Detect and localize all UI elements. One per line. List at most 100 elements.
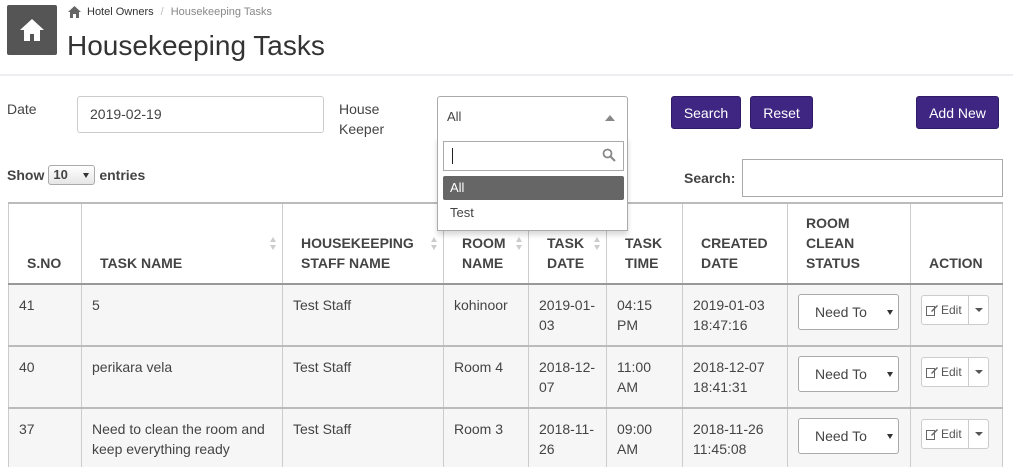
status-value: Need To [815, 366, 867, 382]
breadcrumb: Hotel Owners / Housekeeping Tasks [68, 6, 272, 18]
edit-icon [926, 305, 938, 316]
col-header-task-name[interactable]: TASK NAME [81, 202, 283, 285]
room-status-select[interactable]: Need To [798, 356, 899, 392]
cell-task-date: 2018-12-07 [528, 345, 607, 409]
house-keeper-label-line2: Keeper [339, 121, 385, 137]
cell-sno: 37 [8, 407, 82, 467]
cell-room-name: Room 4 [443, 345, 529, 409]
cell-task-time: 11:00 AM [606, 345, 683, 409]
house-keeper-selected-value: All [447, 109, 462, 124]
action-dropdown-toggle[interactable] [968, 357, 989, 387]
date-label: Date [7, 101, 37, 117]
cell-created-date: 2019-01-03 18:47:16 [682, 283, 788, 347]
col-header-text: NAME [462, 255, 504, 271]
action-dropdown-toggle[interactable] [968, 419, 989, 449]
chevron-up-icon [605, 115, 615, 121]
table-row: 37 Need to clean the room and keep every… [8, 407, 1003, 467]
cell-action: Edit [910, 345, 1003, 409]
breadcrumb-separator: / [160, 6, 164, 18]
col-header-text: DATE [701, 255, 739, 271]
dropdown-option-all[interactable]: All [443, 176, 624, 200]
col-header-text: TIME [625, 255, 659, 271]
cell-status: Need To [787, 407, 911, 467]
col-header-sno[interactable]: S.NO [8, 202, 82, 285]
cell-room-name: Room 3 [443, 407, 529, 467]
col-header-text: TASK NAME [100, 255, 183, 271]
edit-icon [926, 429, 938, 440]
cell-staff-name: Test Staff [282, 283, 444, 347]
edit-button[interactable]: Edit [921, 419, 969, 449]
page-length-value: 10 [53, 167, 68, 182]
col-header-text: STAFF NAME [301, 255, 391, 271]
cell-task-date: 2018-11-26 [528, 407, 607, 467]
cell-task-name: Need to clean the room and keep everythi… [81, 407, 283, 467]
status-value: Need To [815, 428, 867, 444]
house-keeper-label-line1: House [339, 101, 380, 117]
reset-button[interactable]: Reset [750, 96, 813, 129]
house-keeper-dropdown: All Test [437, 136, 628, 231]
entries-label: entries [99, 167, 146, 183]
show-label: Show [7, 167, 45, 183]
col-header-text: ROOM [806, 215, 850, 231]
house-keeper-select[interactable]: All [437, 96, 628, 137]
col-header-text: CLEAN [806, 235, 855, 251]
edit-label: Edit [941, 427, 962, 441]
room-status-select[interactable]: Need To [798, 294, 899, 330]
cell-status: Need To [787, 283, 911, 347]
col-header-text: TASK [547, 235, 585, 251]
cell-task-date: 2019-01-03 [528, 283, 607, 347]
table-search-label: Search: [684, 170, 736, 186]
cell-task-time: 04:15 PM [606, 283, 683, 347]
col-header-text: STATUS [806, 255, 860, 271]
col-header-text: S.NO [27, 255, 62, 271]
date-field[interactable]: 2019-02-19 [77, 96, 324, 133]
search-button[interactable]: Search [671, 96, 741, 129]
table-search-input[interactable] [742, 159, 1003, 197]
col-header-created-date[interactable]: CREATED DATE [682, 202, 788, 285]
col-header-room-clean-status[interactable]: ROOM CLEAN STATUS [787, 202, 911, 285]
cell-staff-name: Test Staff [282, 345, 444, 409]
action-dropdown-toggle[interactable] [968, 295, 989, 325]
col-header-text: ACTION [929, 255, 983, 271]
page-length-control: Show 10 entries [7, 165, 145, 185]
cell-sno: 41 [8, 283, 82, 347]
breadcrumb-hotel-owners[interactable]: Hotel Owners [87, 6, 154, 18]
dropdown-search-input[interactable] [443, 141, 624, 171]
text-cursor [452, 148, 453, 164]
breadcrumb-home-icon[interactable] [68, 6, 81, 18]
col-header-text: TASK [625, 235, 663, 251]
col-header-text: CREATED [701, 235, 768, 251]
col-header-staff-name[interactable]: HOUSEKEEPING STAFF NAME [282, 202, 444, 285]
sort-icon [594, 237, 601, 251]
table-row: 40 perikara vela Test Staff Room 4 2018-… [8, 345, 1003, 409]
cell-task-name: 5 [81, 283, 283, 347]
dropdown-option-test[interactable]: Test [443, 201, 624, 225]
col-header-text: ROOM [462, 235, 506, 251]
edit-button[interactable]: Edit [921, 295, 969, 325]
sort-icon [516, 237, 523, 251]
cell-created-date: 2018-11-26 11:45:08 [682, 407, 788, 467]
col-header-action: ACTION [910, 202, 1003, 285]
search-icon [602, 148, 616, 165]
cell-room-name: kohinoor [443, 283, 529, 347]
edit-button[interactable]: Edit [921, 357, 969, 387]
chevron-down-icon [887, 372, 893, 377]
status-value: Need To [815, 304, 867, 320]
page-title: Housekeeping Tasks [67, 30, 325, 61]
sort-icon [270, 237, 277, 251]
room-status-select[interactable]: Need To [798, 418, 899, 454]
edit-label: Edit [941, 365, 962, 379]
home-icon[interactable] [7, 5, 57, 55]
chevron-down-icon [887, 310, 893, 315]
cell-created-date: 2018-12-07 18:41:31 [682, 345, 788, 409]
add-new-button[interactable]: Add New [916, 96, 999, 129]
page-length-select[interactable]: 10 [48, 165, 96, 185]
chevron-down-icon [83, 173, 90, 178]
page-header: Hotel Owners / Housekeeping Tasks Housek… [0, 0, 1013, 76]
cell-task-name: perikara vela [81, 345, 283, 409]
chevron-down-icon [887, 434, 893, 439]
cell-task-time: 09:00 AM [606, 407, 683, 467]
col-header-text: HOUSEKEEPING [301, 235, 414, 251]
tasks-table: S.NO TASK NAME HOUSEKEEPING STAFF NAME RO… [8, 202, 1003, 467]
cell-action: Edit [910, 407, 1003, 467]
